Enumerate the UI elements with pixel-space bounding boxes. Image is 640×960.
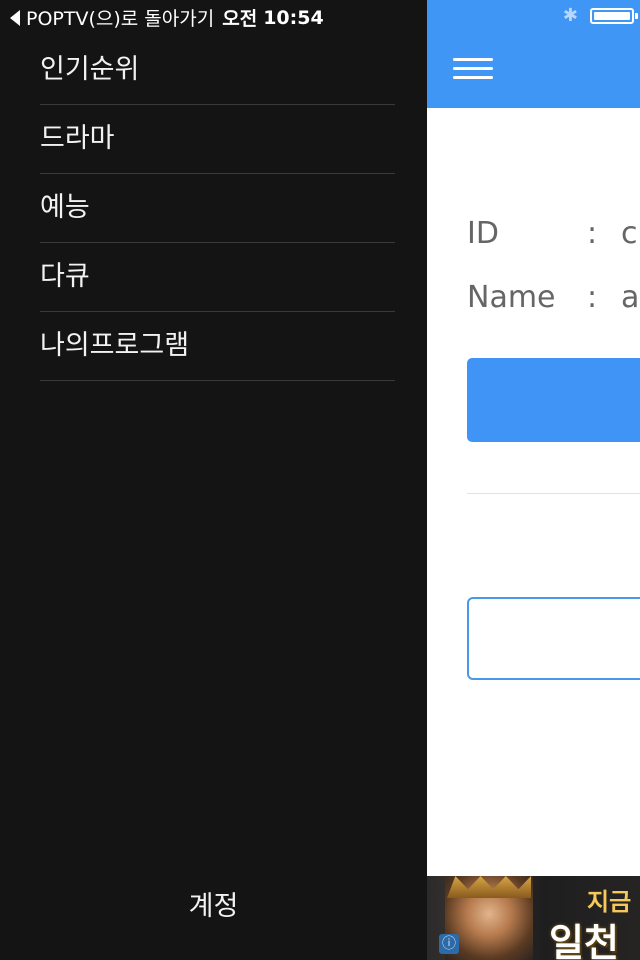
ad-info-icon[interactable]: ⓘ <box>439 934 459 954</box>
time-period: 오전 <box>222 8 258 30</box>
status-time: 10:54 <box>263 6 324 29</box>
battery-icon <box>590 8 638 24</box>
hamburger-menu-icon[interactable] <box>453 58 493 84</box>
account-link[interactable]: 계정 <box>0 882 427 932</box>
menu-list: 인기순위 드라마 예능 다큐 나의프로그램 <box>40 36 395 381</box>
hamburger-line <box>453 67 493 70</box>
name-value: a <box>621 280 640 315</box>
menu-item-drama[interactable]: 드라마 <box>40 105 395 174</box>
back-caret-icon <box>10 9 20 26</box>
ad-text-main: 일천 <box>549 921 619 960</box>
menu-item-label: 인기순위 <box>40 54 140 85</box>
menu-item-label: 나의프로그램 <box>40 330 190 361</box>
hamburger-line <box>453 58 493 61</box>
status-bar: POPTV(으)로 돌아가기 오전 10:54 ✱ <box>0 0 640 34</box>
menu-item-label: 드라마 <box>40 123 115 154</box>
back-label: POPTV(으)로 돌아가기 <box>26 8 215 30</box>
hamburger-line <box>453 76 493 79</box>
battery-fill <box>594 12 630 20</box>
info-glyph-icon: ⓘ <box>439 934 459 954</box>
id-label: ID <box>467 216 499 251</box>
name-colon: : <box>587 280 598 315</box>
menu-item-documentary[interactable]: 다큐 <box>40 243 395 312</box>
menu-item-label: 다큐 <box>40 261 90 292</box>
bluetooth-icon: ✱ <box>562 5 578 26</box>
status-icons: ✱ <box>562 5 638 26</box>
menu-item-variety[interactable]: 예능 <box>40 174 395 243</box>
menu-item-label: 예능 <box>40 192 90 223</box>
menu-item-popular[interactable]: 인기순위 <box>40 36 395 105</box>
back-to-app[interactable]: POPTV(으)로 돌아가기 오전 10:54 <box>10 4 324 31</box>
name-label: Name <box>467 280 556 315</box>
id-value: c <box>621 216 638 251</box>
divider <box>467 493 640 494</box>
name-row: Name : a <box>467 280 639 315</box>
main-panel[interactable]: ID : c Name : a 지금 일천 ⓘ <box>427 0 640 960</box>
side-menu: 인기순위 드라마 예능 다큐 나의프로그램 계정 <box>0 0 427 960</box>
menu-item-my-programs[interactable]: 나의프로그램 <box>40 312 395 381</box>
id-colon: : <box>587 216 598 251</box>
primary-button[interactable] <box>467 358 640 442</box>
app-screen: 인기순위 드라마 예능 다큐 나의프로그램 계정 ID: c Name: a… <box>0 0 640 960</box>
id-row: ID : c <box>467 216 638 251</box>
text-input[interactable] <box>467 597 640 680</box>
